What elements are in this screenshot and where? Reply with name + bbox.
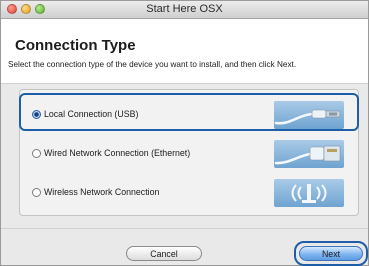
instructions-text: Select the connection type of the device… <box>8 60 297 69</box>
selection-highlight <box>19 93 359 131</box>
option-wireless[interactable]: Wireless Network Connection <box>20 173 358 213</box>
ethernet-cable-icon <box>274 140 344 168</box>
footer-divider <box>1 228 368 229</box>
window-title: Start Here OSX <box>146 3 223 15</box>
cancel-button[interactable]: Cancel <box>126 246 202 261</box>
header: Connection Type Select the connection ty… <box>1 19 368 84</box>
option-label-wireless: Wireless Network Connection <box>44 187 160 197</box>
next-button[interactable]: Next <box>299 246 363 261</box>
radio-wireless[interactable] <box>32 188 41 197</box>
radio-wired-ethernet[interactable] <box>32 149 41 158</box>
option-label-wired-ethernet: Wired Network Connection (Ethernet) <box>44 148 191 158</box>
wireless-signal-icon <box>274 179 344 207</box>
title-bar: Start Here OSX <box>1 1 368 19</box>
installer-window: Start Here OSX Connection Type Select th… <box>0 0 369 266</box>
page-title: Connection Type <box>15 37 136 54</box>
option-wired-ethernet[interactable]: Wired Network Connection (Ethernet) <box>20 134 358 174</box>
